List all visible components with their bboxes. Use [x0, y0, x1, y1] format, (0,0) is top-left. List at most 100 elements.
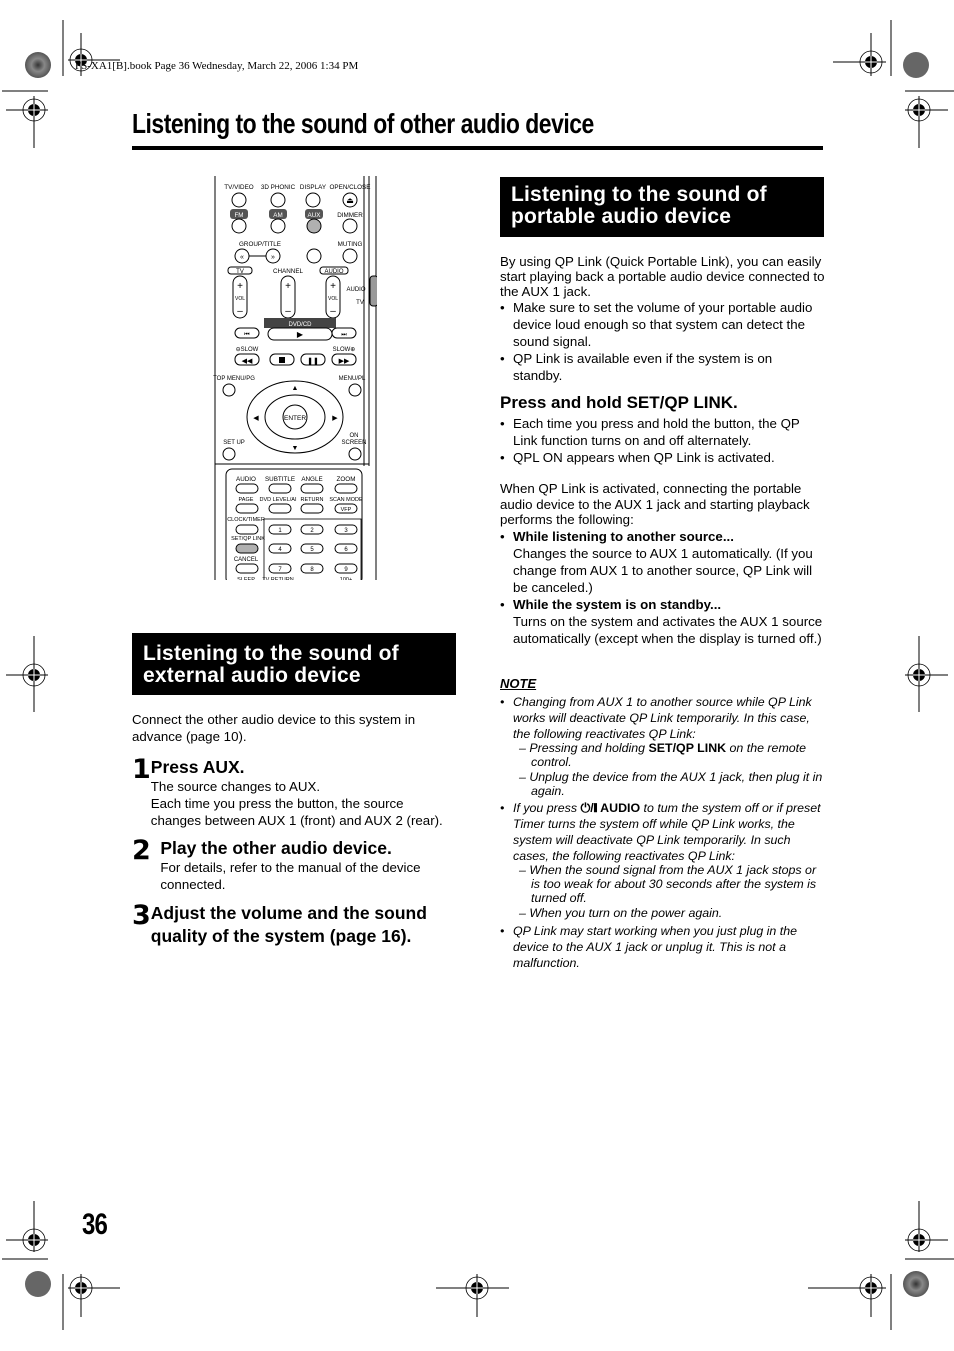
svg-text:+: + — [285, 281, 291, 292]
svg-text:TV RETURN: TV RETURN — [262, 577, 294, 580]
svg-text:VOL: VOL — [328, 296, 338, 302]
color-rosette-icon — [903, 1271, 929, 1297]
external-intro: Connect the other audio device to this s… — [132, 712, 416, 744]
svg-text:AUX: AUX — [308, 212, 322, 219]
clock-timer-button — [235, 524, 259, 535]
svg-text:⏮: ⏮ — [244, 332, 250, 338]
svg-text:ENTER: ENTER — [284, 415, 306, 422]
case-item: While listening to another source... Cha… — [500, 528, 825, 596]
svg-text:▶▶: ▶▶ — [339, 358, 350, 365]
svg-text:+: + — [330, 281, 336, 292]
label-display: DISPLAY — [300, 184, 327, 191]
svg-text:SLEEP: SLEEP — [237, 577, 255, 580]
svg-text:PAGE: PAGE — [239, 497, 254, 503]
label-open-close: OPEN/CLOSE — [330, 184, 371, 191]
svg-text:CLOCK/TIMER: CLOCK/TIMER — [227, 517, 265, 523]
svg-text:GROUP/TITLE: GROUP/TITLE — [239, 241, 281, 248]
tv-video-button — [231, 192, 247, 208]
svg-text:⊖SLOW: ⊖SLOW — [236, 347, 259, 353]
cancel-button — [235, 563, 259, 574]
muting-button — [342, 248, 358, 264]
section-heading-portable: Listening to the sound of portable audio… — [500, 177, 824, 237]
on-screen-button — [348, 447, 362, 461]
svg-text:▲: ▲ — [292, 385, 299, 392]
svg-text:SLOW⊕: SLOW⊕ — [333, 347, 356, 353]
dvd-level-button — [268, 503, 292, 514]
menu-pl-button — [348, 383, 362, 397]
step-title: Press AUX. — [150, 757, 245, 777]
svg-text:ON: ON — [350, 433, 359, 439]
power-icon: ⏻/❙ — [580, 801, 598, 816]
svg-text:AM: AM — [273, 212, 282, 219]
bullet-item: QPL ON appears when QP Link is activated… — [500, 449, 825, 466]
svg-text:»: » — [271, 254, 275, 261]
svg-text:ANGLE: ANGLE — [301, 476, 322, 483]
step-3: 3 Adjust the volume and the sound qualit… — [132, 902, 452, 948]
svg-text:FM: FM — [234, 212, 243, 219]
step-2: 2 Play the other audio device. For detai… — [132, 837, 452, 894]
svg-text:SET UP: SET UP — [223, 440, 245, 446]
svg-text:▼: ▼ — [292, 445, 299, 452]
svg-text:CHANNEL: CHANNEL — [273, 268, 304, 275]
title-rule — [132, 146, 823, 150]
svg-text:AUDIO: AUDIO — [324, 269, 343, 275]
activation-text: When QP Link is activated, connecting th… — [500, 481, 810, 528]
svg-text:SET/QP LINK: SET/QP LINK — [231, 536, 265, 542]
svg-text:AUDIO: AUDIO — [346, 287, 365, 293]
svg-text:100+: 100+ — [340, 577, 352, 580]
svg-text:–: – — [330, 306, 336, 317]
svg-text:VOL: VOL — [235, 296, 245, 302]
subtitle-button — [268, 483, 292, 494]
svg-text:▶: ▶ — [332, 415, 338, 422]
set-qp-link-button — [235, 543, 259, 554]
color-rosette-icon — [25, 52, 51, 78]
display-button — [305, 192, 321, 208]
svg-text:MENU/PL: MENU/PL — [339, 376, 366, 382]
step-title: Play the other audio device. — [160, 838, 392, 859]
svg-text:◀: ◀ — [253, 415, 259, 422]
bullet-item: QP Link is available even if the system … — [500, 350, 825, 384]
section-heading-external: Listening to the sound of external audio… — [132, 633, 456, 695]
aux-button — [306, 218, 322, 234]
portable-intro: By using QP Link (Quick Portable Link), … — [500, 254, 825, 299]
color-rosette-icon — [25, 1271, 51, 1297]
page-number: 36 — [82, 1208, 108, 1241]
svg-text:❚❚: ❚❚ — [307, 357, 319, 365]
sub-bullets: Each time you press and hold the button,… — [500, 415, 825, 466]
angle-button — [300, 483, 324, 494]
remote-control-illustration: TV/VIDEO 3D PHONIC DISPLAY OPEN/CLOSE ⏏ … — [213, 176, 377, 580]
page-title: Listening to the sound of other audio de… — [132, 108, 594, 139]
svg-text:TV: TV — [236, 269, 244, 275]
svg-text:◀◀: ◀◀ — [242, 358, 253, 365]
svg-text:CANCEL: CANCEL — [234, 557, 259, 563]
svg-text:SUBTITLE: SUBTITLE — [265, 476, 295, 483]
svg-text:SCAN MODE: SCAN MODE — [329, 497, 363, 503]
note-item: Changing from AUX 1 to another source wh… — [500, 694, 825, 798]
label-3d-phonic: 3D PHONIC — [261, 184, 296, 191]
color-rosette-icon — [903, 52, 929, 78]
page-button — [235, 503, 259, 514]
svg-text:ZOOM: ZOOM — [337, 476, 356, 483]
am-button — [270, 218, 286, 234]
file-info-header: FS-XA1[B].book Page 36 Wednesday, March … — [75, 60, 359, 72]
bullet-item: Make sure to set the volume of your port… — [500, 299, 825, 350]
return-icon-button — [306, 248, 322, 264]
svg-text:DVD/CD: DVD/CD — [288, 322, 312, 328]
svg-text:TV: TV — [356, 300, 364, 306]
intro-bullets: Make sure to set the volume of your port… — [500, 299, 825, 384]
set-up-button — [222, 447, 236, 461]
svg-text:DVD LEVEL/AI: DVD LEVEL/AI — [260, 497, 297, 503]
bullet-item: Each time you press and hold the button,… — [500, 415, 825, 449]
svg-text:–: – — [285, 306, 291, 317]
svg-text:TOP MENU/PG: TOP MENU/PG — [213, 376, 255, 382]
eject-icon: ⏏ — [346, 196, 354, 205]
svg-text:+: + — [237, 281, 243, 292]
note-block: NOTE Changing from AUX 1 to another sour… — [500, 676, 825, 971]
note-item: QP Link may start working when you just … — [500, 923, 825, 971]
step-1: 1 Press AUX. The source changes to AUX. … — [132, 756, 452, 829]
svg-text:VFP: VFP — [341, 507, 352, 513]
label-tv-video: TV/VIDEO — [224, 184, 253, 191]
dimmer-button — [342, 218, 358, 234]
zoom-button — [334, 483, 358, 494]
audio-tv-switch — [369, 275, 377, 307]
